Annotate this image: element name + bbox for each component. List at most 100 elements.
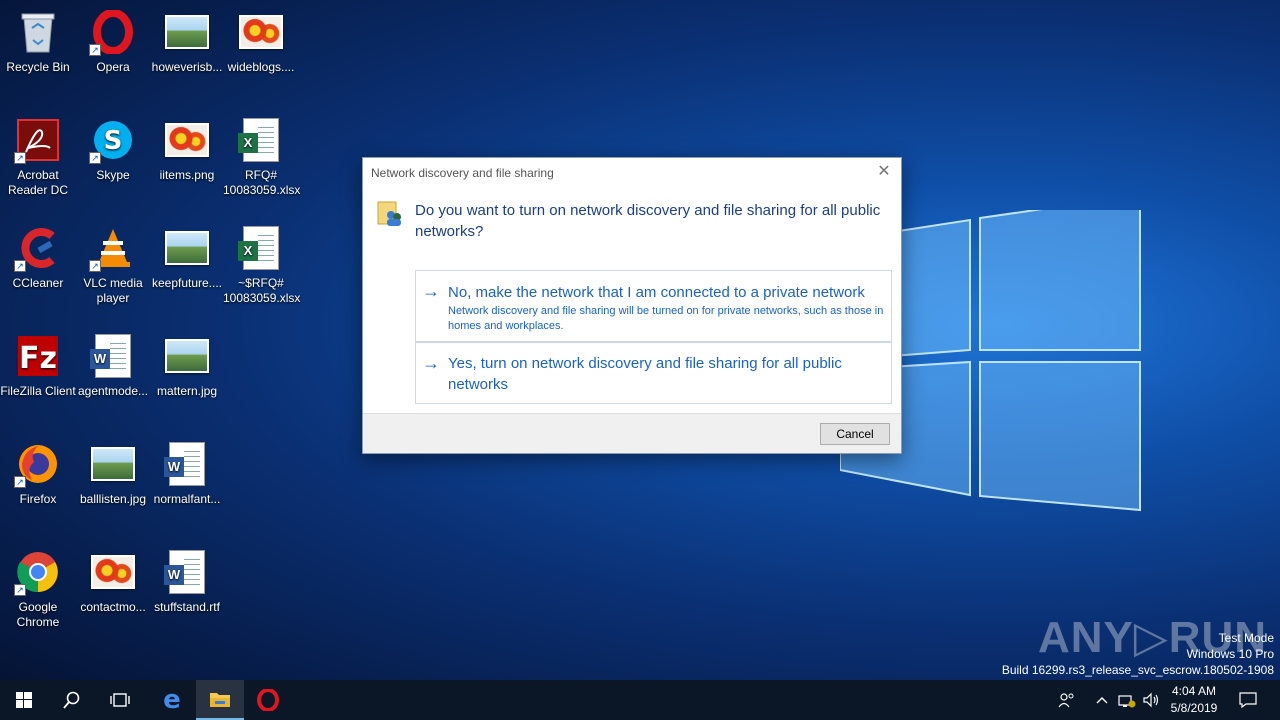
dialog-footer: Cancel <box>363 413 901 453</box>
image-file-icon <box>163 224 211 272</box>
desktop-icon[interactable]: S ↗ Skype <box>75 116 151 183</box>
desktop-icon-label: normalfant... <box>153 492 221 506</box>
desktop-icon[interactable]: ↗ VLC media player <box>75 224 151 306</box>
opera-icon <box>257 689 279 711</box>
desktop-icon[interactable]: Recycle Bin <box>0 8 76 75</box>
desktop-icon[interactable]: ↗ Opera <box>75 8 151 75</box>
search-icon <box>63 691 80 709</box>
arrow-right-icon: → <box>422 353 440 373</box>
desktop-icon[interactable]: Wagentmode... <box>75 332 151 399</box>
desktop-icon-label: keepfuture.... <box>151 276 223 290</box>
svg-text:S: S <box>104 126 123 156</box>
desktop-icon[interactable]: contactmo... <box>75 548 151 615</box>
desktop-icon-label: wideblogs.... <box>227 60 295 74</box>
network-discovery-dialog: Network discovery and file sharing ✕ Do … <box>362 157 902 454</box>
desktop-icon-label: Opera <box>96 60 130 74</box>
network-icon[interactable] <box>1116 680 1138 720</box>
desktop-icon-label: iitems.png <box>159 168 215 182</box>
close-icon[interactable]: ✕ <box>875 163 893 181</box>
vlc-icon: ↗ <box>89 224 137 272</box>
desktop-icon-label: balllisten.jpg <box>79 492 147 506</box>
excel-file-icon: X <box>237 116 285 164</box>
word-file-icon: W <box>89 332 137 380</box>
action-center-icon[interactable] <box>1232 680 1264 720</box>
shortcut-arrow-icon: ↗ <box>89 44 101 56</box>
desktop-icon[interactable]: ↗ Google Chrome <box>0 548 76 630</box>
chevron-up-icon[interactable] <box>1092 680 1112 720</box>
desktop-icon[interactable]: Wnormalfant... <box>149 440 225 507</box>
shortcut-arrow-icon: ↗ <box>14 260 26 272</box>
desktop-icon-label: howeverisb... <box>151 60 223 74</box>
desktop-icon[interactable]: keepfuture.... <box>149 224 225 291</box>
recycle-bin-icon <box>14 8 62 56</box>
filezilla-icon: Fz <box>14 332 62 380</box>
edge-icon: e <box>163 685 181 715</box>
desktop-icon[interactable]: Wstuffstand.rtf <box>149 548 225 615</box>
option-private-network[interactable]: → No, make the network that I am connect… <box>415 270 892 342</box>
task-view-icon <box>110 693 130 707</box>
cancel-button[interactable]: Cancel <box>820 423 890 445</box>
desktop-icon-label: FileZilla Client <box>0 384 76 398</box>
desktop-icon-label: Recycle Bin <box>6 60 70 74</box>
desktop-icon-label: ~$RFQ# 10083059.xlsx <box>223 276 301 305</box>
taskbar-opera[interactable] <box>244 680 292 720</box>
desktop-icon-label: stuffstand.rtf <box>154 600 220 614</box>
desktop-icon[interactable]: balllisten.jpg <box>75 440 151 507</box>
start-button[interactable] <box>0 680 48 720</box>
desktop-icon[interactable]: ↗ Acrobat Reader DC <box>0 116 76 198</box>
chrome-icon: ↗ <box>14 548 62 596</box>
search-button[interactable] <box>48 680 96 720</box>
image-file-icon <box>163 332 211 380</box>
desktop-icon-label: RFQ# 10083059.xlsx <box>223 168 301 197</box>
desktop-icon[interactable]: Fz FileZilla Client <box>0 332 76 399</box>
word-file-icon: W <box>163 548 211 596</box>
desktop-icon[interactable]: X ~$RFQ# 10083059.xlsx <box>223 224 301 306</box>
desktop-icon-label: CCleaner <box>12 276 64 290</box>
svg-text:Fz: Fz <box>19 341 57 376</box>
option-private-description: Network discovery and file sharing will … <box>448 305 884 332</box>
desktop-icon-label: Skype <box>96 168 130 182</box>
taskbar-clock[interactable]: 4:04 AM 5/8/2019 <box>1164 683 1224 717</box>
desktop-icon[interactable]: mattern.jpg <box>149 332 225 399</box>
task-view-button[interactable] <box>96 680 144 720</box>
skype-icon: S ↗ <box>89 116 137 164</box>
shortcut-arrow-icon: ↗ <box>89 260 101 272</box>
desktop-icon[interactable]: X RFQ# 10083059.xlsx <box>223 116 301 198</box>
image-file-icon <box>89 548 137 596</box>
folder-icon <box>210 693 230 707</box>
watermark-line: Windows 10 Pro <box>1186 647 1274 661</box>
dialog-title: Network discovery and file sharing <box>371 166 554 180</box>
shortcut-arrow-icon: ↗ <box>89 152 101 164</box>
desktop-icon[interactable]: wideblogs.... <box>223 8 299 75</box>
desktop-icon[interactable]: ↗ Firefox <box>0 440 76 507</box>
desktop-icon[interactable]: howeverisb... <box>149 8 225 75</box>
desktop-icon-label: contactmo... <box>80 600 146 614</box>
image-file-icon <box>237 8 285 56</box>
word-file-icon: W <box>163 440 211 488</box>
arrow-right-icon: → <box>422 281 440 301</box>
option-public-title: Yes, turn on network discovery and file … <box>448 355 842 393</box>
ccleaner-icon: ↗ <box>14 224 62 272</box>
desktop-icon-label: Firefox <box>19 492 57 506</box>
desktop-icon[interactable]: iitems.png <box>149 116 225 183</box>
clock-date: 5/8/2019 <box>1170 701 1218 715</box>
desktop-icon[interactable]: ↗ CCleaner <box>0 224 76 291</box>
taskbar-file-explorer[interactable] <box>196 680 244 720</box>
option-public-network[interactable]: → Yes, turn on network discovery and fil… <box>415 342 892 404</box>
shortcut-arrow-icon: ↗ <box>14 152 26 164</box>
shortcut-arrow-icon: ↗ <box>14 476 26 488</box>
shortcut-arrow-icon: ↗ <box>14 584 26 596</box>
taskbar: e 4:04 AM 5/8/2019 <box>0 680 1280 720</box>
people-icon[interactable] <box>1054 680 1080 720</box>
volume-icon[interactable] <box>1140 680 1162 720</box>
image-file-icon <box>163 116 211 164</box>
clock-time: 4:04 AM <box>1171 684 1217 698</box>
os-watermark: Test Mode Windows 10 Pro Build 16299.rs3… <box>1002 630 1274 678</box>
windows-start-icon <box>16 692 32 708</box>
taskbar-edge[interactable]: e <box>148 680 196 720</box>
option-private-title: No, make the network that I am connected… <box>448 284 865 301</box>
image-file-icon <box>89 440 137 488</box>
watermark-line: Test Mode <box>1218 631 1274 645</box>
acrobat-icon: ↗ <box>14 116 62 164</box>
desktop-icon-label: Acrobat Reader DC <box>7 168 69 197</box>
